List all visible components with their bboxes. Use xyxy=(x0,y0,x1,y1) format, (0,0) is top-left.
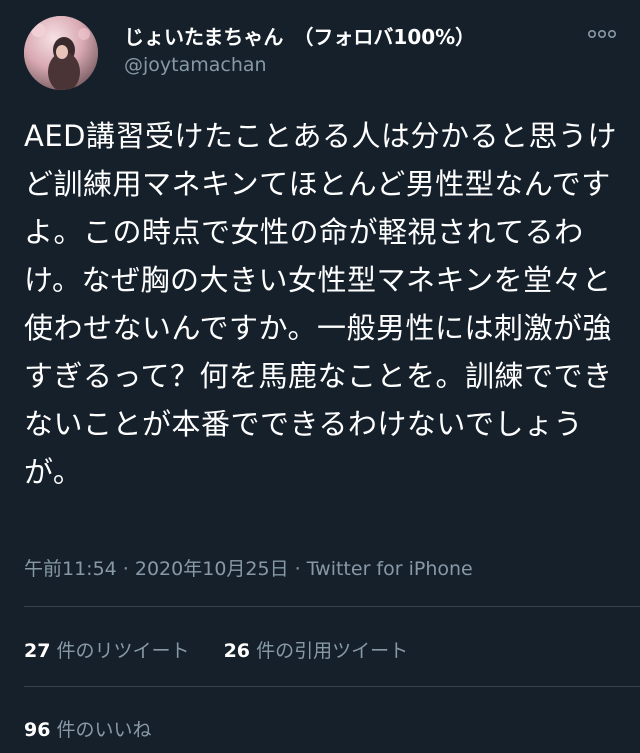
tweet-meta: 午前11:54 · 2020年10月25日 · Twitter for iPho… xyxy=(24,554,473,581)
likes-stat[interactable]: 96 件のいいね xyxy=(24,715,152,742)
likes-label: 件のいいね xyxy=(56,719,152,741)
tweet-source[interactable]: Twitter for iPhone xyxy=(307,558,473,580)
retweets-stat[interactable]: 27 件のリツイート xyxy=(24,636,190,663)
avatar-image xyxy=(24,16,98,90)
likes-count: 96 xyxy=(24,719,51,741)
divider xyxy=(24,606,640,607)
tweet-text: AED講習受けたことある人は分かると思うけど訓練用マネキンてほとんど男性型なんで… xyxy=(24,119,617,489)
author-handle[interactable]: @joytamachan xyxy=(124,54,267,76)
tweet-header: じょいたまちゃん （フォロバ100%） @joytamachan xyxy=(0,0,640,100)
quotes-label: 件の引用ツイート xyxy=(256,640,409,662)
retweets-label: 件のリツイート xyxy=(56,640,190,662)
stats-row-likes: 96 件のいいね xyxy=(24,715,180,742)
retweets-count: 27 xyxy=(24,640,51,662)
quotes-stat[interactable]: 26 件の引用ツイート xyxy=(224,636,409,663)
more-options-icon[interactable] xyxy=(586,24,618,44)
tweet-timestamp[interactable]: 午前11:54 · 2020年10月25日 · xyxy=(24,558,307,580)
quotes-count: 26 xyxy=(223,640,251,662)
avatar[interactable] xyxy=(24,16,98,90)
divider xyxy=(24,686,640,687)
stats-row-retweets: 27 件のリツイート 26 件の引用ツイート xyxy=(24,636,436,663)
author-display-name[interactable]: じょいたまちゃん （フォロバ100%） xyxy=(124,21,475,50)
